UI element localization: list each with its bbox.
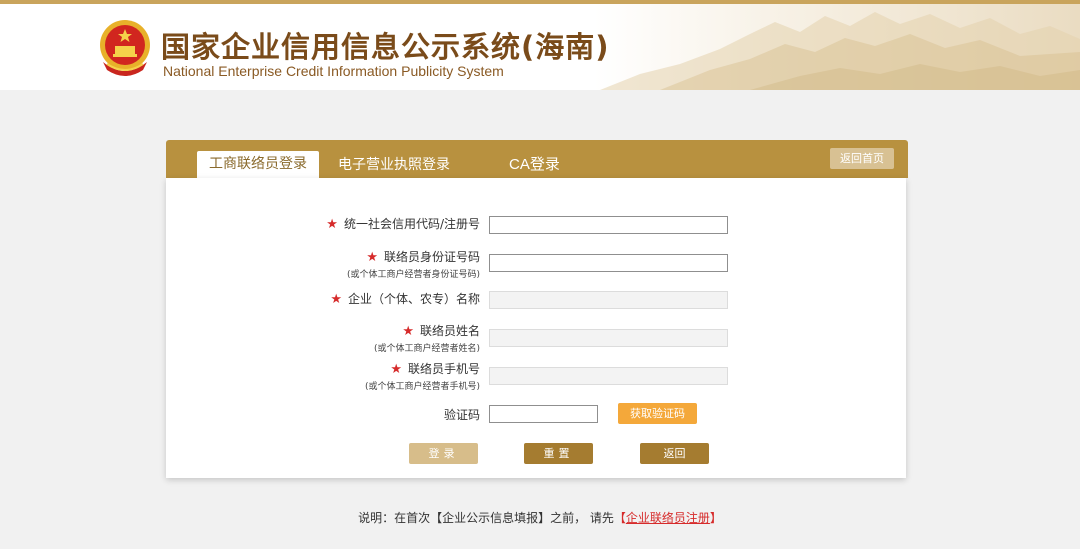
id-number-input[interactable] <box>489 254 728 272</box>
liaison-phone-label: 联络员手机号 <box>407 362 480 376</box>
mountain-decoration <box>600 12 1080 90</box>
required-star-icon: ★ <box>326 217 338 232</box>
back-button[interactable]: 返回 <box>640 443 709 464</box>
site-title: 国家企业信用信息公示系统(海南) <box>161 30 610 64</box>
liaison-phone-input <box>489 367 728 385</box>
tab-ca-login[interactable]: CA登录 <box>509 152 560 178</box>
footer-link-bracket-close: 】 <box>709 511 722 525</box>
national-emblem-icon <box>100 20 150 76</box>
captcha-label: 验证码 <box>443 408 480 422</box>
field-label: ★ 联络员姓名 (或个体工商户经营者姓名) <box>374 324 480 356</box>
footer-note-text: 说明：在首次【企业公示信息填报】之前， 请先 <box>358 511 614 525</box>
reset-button[interactable]: 重置 <box>524 443 593 464</box>
liaison-name-label: 联络员姓名 <box>419 324 480 338</box>
captcha-input[interactable] <box>489 405 598 423</box>
field-label: ★ 企业（个体、农专）名称 <box>330 292 480 307</box>
login-tabs-bar: 工商联络员登录 电子营业执照登录 CA登录 返回首页 <box>166 140 908 178</box>
field-label: ★ 统一社会信用代码/注册号 <box>326 217 480 232</box>
required-star-icon: ★ <box>366 250 378 265</box>
footer-note: 说明：在首次【企业公示信息填报】之前， 请先【企业联络员注册】 <box>0 509 1080 526</box>
required-star-icon: ★ <box>402 324 414 339</box>
get-captcha-button[interactable]: 获取验证码 <box>618 403 697 424</box>
required-star-icon: ★ <box>390 362 402 377</box>
enterprise-name-label: 企业（个体、农专）名称 <box>347 292 480 306</box>
login-form: ★ 统一社会信用代码/注册号 ★ 联络员身份证号码 (或个体工商户经营者身份证号码)… <box>166 178 906 478</box>
required-star-icon: ★ <box>330 292 342 307</box>
back-to-home-button[interactable]: 返回首页 <box>830 148 894 169</box>
liaison-name-input <box>489 329 728 347</box>
register-liaison-link[interactable]: 企业联络员注册 <box>626 511 710 525</box>
login-button[interactable]: 登录 <box>409 443 478 464</box>
tab-e-license-login[interactable]: 电子营业执照登录 <box>338 152 450 178</box>
field-label: ★ 联络员手机号 (或个体工商户经营者手机号) <box>365 362 480 394</box>
liaison-name-sublabel: (或个体工商户经营者姓名) <box>373 344 480 354</box>
credit-code-input[interactable] <box>489 216 728 234</box>
id-number-label: 联络员身份证号码 <box>383 250 480 264</box>
field-label: ★ 联络员身份证号码 (或个体工商户经营者身份证号码) <box>347 250 480 282</box>
id-number-sublabel: (或个体工商户经营者身份证号码) <box>346 270 480 280</box>
enterprise-name-input <box>489 291 728 309</box>
site-subtitle: National Enterprise Credit Information P… <box>163 63 504 79</box>
tab-liaison-login[interactable]: 工商联络员登录 <box>197 151 319 178</box>
footer-link-bracket-open: 【 <box>613 511 626 525</box>
liaison-phone-sublabel: (或个体工商户经营者手机号) <box>364 382 480 392</box>
credit-code-label: 统一社会信用代码/注册号 <box>343 217 480 231</box>
site-header: 国家企业信用信息公示系统(海南) National Enterprise Cre… <box>0 4 1080 90</box>
